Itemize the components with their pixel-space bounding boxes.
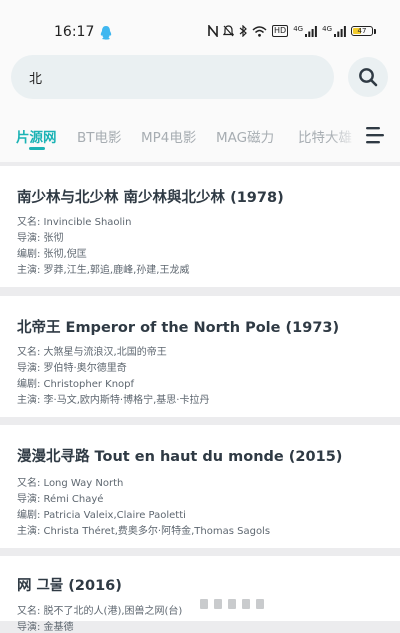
toast-block (242, 599, 250, 609)
search-icon (359, 68, 378, 87)
mute-icon (223, 25, 235, 37)
movie-aka: 又名: Long Way North (17, 478, 124, 489)
search-bar (0, 52, 400, 110)
movie-cast: 主演: 罗莽,江生,郭追,鹿峰,孙建,王龙威 (17, 265, 190, 276)
loading-toast (200, 599, 264, 613)
toast-block (228, 599, 236, 609)
movie-cast: 主演: Christa Théret,费奥多尔·阿特金,Thomas Sagol… (17, 526, 271, 537)
toast-block (256, 599, 264, 609)
movie-director: 导演: 罗伯特·奥尔德里奇 (17, 363, 127, 374)
bluetooth-icon (239, 25, 247, 37)
movie-title[interactable]: 北帝王 Emperor of the North Pole (1973) (17, 316, 339, 337)
movie-aka: 又名: 大煞星与流浪汉,北国的帝王 (17, 347, 167, 358)
movie-cast: 主演: 李·马文,欧内斯特·博格宁,基思·卡拉丹 (17, 395, 210, 406)
nfc-icon (208, 25, 218, 37)
status-bar: 16:17 HD 4G 4G 47 (0, 0, 400, 52)
movie-director: 导演: 金基德 (17, 622, 74, 633)
tab-mp4-movies[interactable]: MP4电影 (141, 126, 196, 146)
movie-title[interactable]: 漫漫北寻路 Tout en haut du monde (2015) (17, 445, 342, 466)
movie-card[interactable]: 北帝王 Emperor of the North Pole (1973) 又名:… (0, 296, 400, 417)
movie-aka: 又名: 脱不了北的人(港),困兽之网(台) (17, 606, 183, 617)
hd-voice-badge: HD (272, 25, 289, 37)
status-icons: HD 4G 4G 47 (208, 25, 376, 37)
movie-card[interactable]: 南少林与北少林 南少林與北少林 (1978) 又名: Invincible Sh… (0, 166, 400, 287)
movie-writer: 编剧: Christopher Knopf (17, 379, 135, 390)
toast-block (200, 599, 208, 609)
network-type-2: 4G (322, 25, 332, 33)
tab-bt-movies[interactable]: BT电影 (77, 126, 122, 146)
signal-icon-2 (334, 25, 346, 37)
movie-writer: 编剧: Patricia Valeix,Claire Paoletti (17, 510, 186, 521)
movie-title[interactable]: 南少林与北少林 南少林與北少林 (1978) (17, 186, 284, 207)
tab-pianyuanwang[interactable]: 片源网 (16, 126, 57, 146)
battery-percent: 47 (357, 27, 367, 35)
movie-director: 导演: 张彻 (17, 233, 64, 244)
movie-aka: 又名: Invincible Shaolin (17, 217, 132, 228)
qq-notification-icon (100, 26, 112, 40)
search-button[interactable] (348, 57, 388, 97)
active-tab-indicator (29, 147, 45, 150)
tab-mag-magnet[interactable]: MAG磁力 (216, 126, 274, 146)
network-type-1: 4G (293, 25, 304, 33)
movie-title[interactable]: 网 그물 (2016) (17, 574, 122, 595)
signal-icon-1 (305, 25, 318, 37)
search-input[interactable] (11, 55, 334, 99)
wifi-icon (252, 25, 267, 37)
movie-card[interactable]: 漫漫北寻路 Tout en haut du monde (2015) 又名: L… (0, 425, 400, 548)
tabs-fade (330, 110, 358, 162)
battery-icon: 47 (351, 26, 373, 36)
battery-cap (374, 28, 376, 34)
toast-block (214, 599, 222, 609)
movie-writer: 编剧: 张彻,倪匡 (17, 249, 87, 260)
status-time: 16:17 (54, 24, 95, 40)
movie-director: 导演: Rémi Chayé (17, 494, 104, 505)
menu-icon[interactable] (358, 124, 386, 146)
